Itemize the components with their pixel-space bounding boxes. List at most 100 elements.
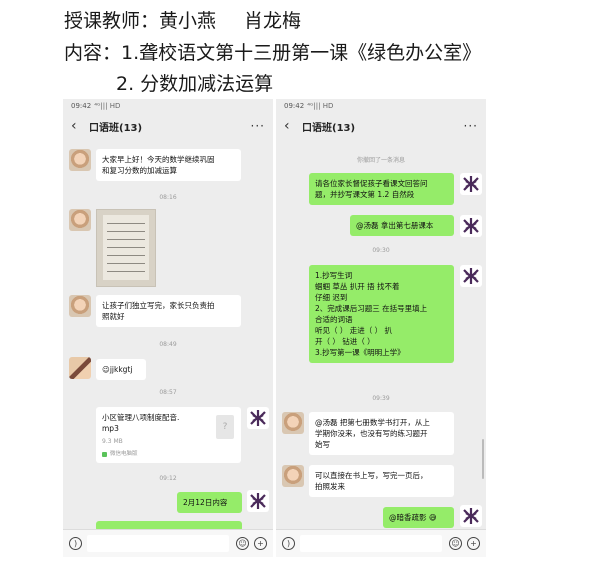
scrollbar[interactable] [482,439,484,479]
photo-message[interactable] [96,209,156,287]
chat-title: 口语班(13) [89,122,143,134]
message-line: @汤磊 拿出第七册课本 [356,221,434,230]
message-line: 2、完成课后习题三 在括号里填上 [315,304,428,313]
message-line: 仔细 迟到 [315,293,348,302]
avatar[interactable] [282,412,304,434]
right-chat-screenshot: 09:42 ⁴ᴳ||| HD ‹ 口语班(13) ··· 你撤回了一条消息 请各… [276,99,486,557]
voice-icon[interactable]: ) [282,537,295,550]
teacher-avatar-icon [250,410,266,426]
plus-icon[interactable]: + [254,537,267,550]
message-line: @暗香疏影 😅 [389,513,437,522]
sent-message[interactable]: @暗香疏影 😅 [383,507,454,528]
teachers-line: 授课教师：黄小燕 肖龙梅 [64,6,301,33]
message-line: 请各位家长督促孩子看课文回答问 [315,179,428,188]
content-line-1: 内容：1.聋校语文第十三册第一课《绿色办公室》 [64,38,481,65]
message-line: 3.抄写第一课《明明上学》 [315,348,405,357]
avatar[interactable] [69,295,91,317]
message-line: 学期你没来，也没有写的练习题开 [315,429,428,438]
signal-icon: ⁴ᴳ||| HD [307,102,334,110]
timestamp: 09:39 [372,395,390,402]
message-list[interactable]: 大家早上好！今天的数学继续巩固 和复习分数的加减运算 08:16 让孩子们独立写… [63,139,273,529]
message-input[interactable] [87,535,229,552]
chat-title: 口语班(13) [302,122,356,134]
message-line: 和复习分数的加减运算 [102,166,177,175]
input-bar: ) ☺ + [276,529,486,557]
received-message[interactable]: 让孩子们独立写完，家长只负责拍 照就好 [96,295,241,327]
signal-icon: ⁴ᴳ||| HD [94,102,121,110]
avatar[interactable] [460,215,482,237]
message-line: 😉jjkkgtj [102,365,133,374]
content-line-2: 2. 分数加减法运算 [116,69,273,96]
teacher-avatar-icon [463,176,479,192]
timestamp: 08:16 [159,194,177,201]
message-list[interactable]: 你撤回了一条消息 请各位家长督促孩子看课文回答问 题，并抄写课文第 1.2 自然… [276,139,486,529]
more-options-icon[interactable]: ··· [251,119,265,133]
emoji-icon[interactable]: ☺ [236,537,249,550]
avatar[interactable] [69,357,91,379]
avatar[interactable] [69,149,91,171]
status-time: 09:42 [284,102,305,110]
file-size: 9.3 MB [102,438,123,445]
left-chat-screenshot: 09:42 ⁴ᴳ||| HD ‹ 口语班(13) ··· 大家早上好！今天的数学… [63,99,273,557]
avatar[interactable] [460,505,482,527]
message-line: 始写 [315,440,330,449]
avatar[interactable] [247,490,269,512]
back-arrow-icon[interactable]: ‹ [284,118,298,134]
emoji-icon[interactable]: ☺ [449,537,462,550]
received-message[interactable]: 可以直接在书上写，写完一页后， 拍照发来 [309,465,454,497]
message-line: @汤磊 把第七册数学书打开，从上 [315,418,430,427]
message-line: 1.抄写生词 [315,271,353,280]
teacher-avatar-icon [463,268,479,284]
voice-icon[interactable]: ) [69,537,82,550]
message-line: 让孩子们独立写完，家长只负责拍 [102,301,215,310]
file-icon: ? [216,415,234,439]
message-line: 蝈蝈 草丛 扒开 捂 找不着 [315,282,400,291]
avatar[interactable] [247,407,269,429]
sent-message-partial[interactable] [96,521,242,529]
sent-message[interactable]: 2月12日内容 [177,492,242,513]
received-message[interactable]: @汤磊 把第七册数学书打开，从上 学期你没来，也没有写的练习题开 始写 [309,412,454,455]
content-label: 内容： [64,42,122,64]
teacher-avatar-icon [463,508,479,524]
teacher-avatar-icon [463,218,479,234]
avatar[interactable] [460,173,482,195]
received-message[interactable]: 大家早上好！今天的数学继续巩固 和复习分数的加减运算 [96,149,241,181]
wechat-pc-icon [102,452,107,457]
sent-message[interactable]: @汤磊 拿出第七册课本 [350,215,454,236]
avatar[interactable] [69,209,91,231]
message-line: 2月12日内容 [183,498,228,507]
timestamp: 09:30 [372,247,390,254]
teacher-avatar-icon [250,493,266,509]
file-source: 微信电脑版 [102,449,138,460]
avatar[interactable] [282,465,304,487]
content-item-1: 1.聋校语文第十三册第一课《绿色办公室》 [121,42,482,64]
plus-icon[interactable]: + [467,537,480,550]
message-line: 大家早上好！今天的数学继续巩固 [102,155,215,164]
status-bar: 09:42 ⁴ᴳ||| HD [63,99,273,113]
homework-photo [103,215,149,280]
teachers-label: 授课教师：黄小燕 [64,10,217,32]
message-line: 题，并抄写课文第 1.2 自然段 [315,190,415,199]
message-line: 合适的词语 [315,315,353,324]
file-message[interactable]: 小区管理八项制度配音. mp3 9.3 MB ? 微信电脑版 [96,407,241,463]
message-line: 拍照发来 [315,482,345,491]
message-line: 照就好 [102,312,125,321]
message-input[interactable] [300,535,442,552]
timestamp: 08:49 [159,341,177,348]
message-line: 可以直接在书上写，写完一页后， [315,471,428,480]
timestamp: 08:57 [159,389,177,396]
status-bar: 09:42 ⁴ᴳ||| HD [276,99,486,113]
back-arrow-icon[interactable]: ‹ [71,118,85,134]
sent-message[interactable]: 1.抄写生词 蝈蝈 草丛 扒开 捂 找不着 仔细 迟到 2、完成课后习题三 在括… [309,265,454,363]
sent-message[interactable]: 请各位家长督促孩子看课文回答问 题，并抄写课文第 1.2 自然段 [309,173,454,205]
recall-notice: 你撤回了一条消息 [356,157,405,164]
file-source-label: 微信电脑版 [110,451,138,457]
timestamp: 09:12 [159,475,177,482]
received-message[interactable]: 😉jjkkgtj [96,359,146,380]
more-options-icon[interactable]: ··· [464,119,478,133]
content-item-2: 2. 分数加减法运算 [116,73,274,95]
status-time: 09:42 [71,102,92,110]
input-bar: ) ☺ + [63,529,273,557]
avatar[interactable] [460,265,482,287]
teacher-2-name: 肖龙梅 [244,10,302,32]
